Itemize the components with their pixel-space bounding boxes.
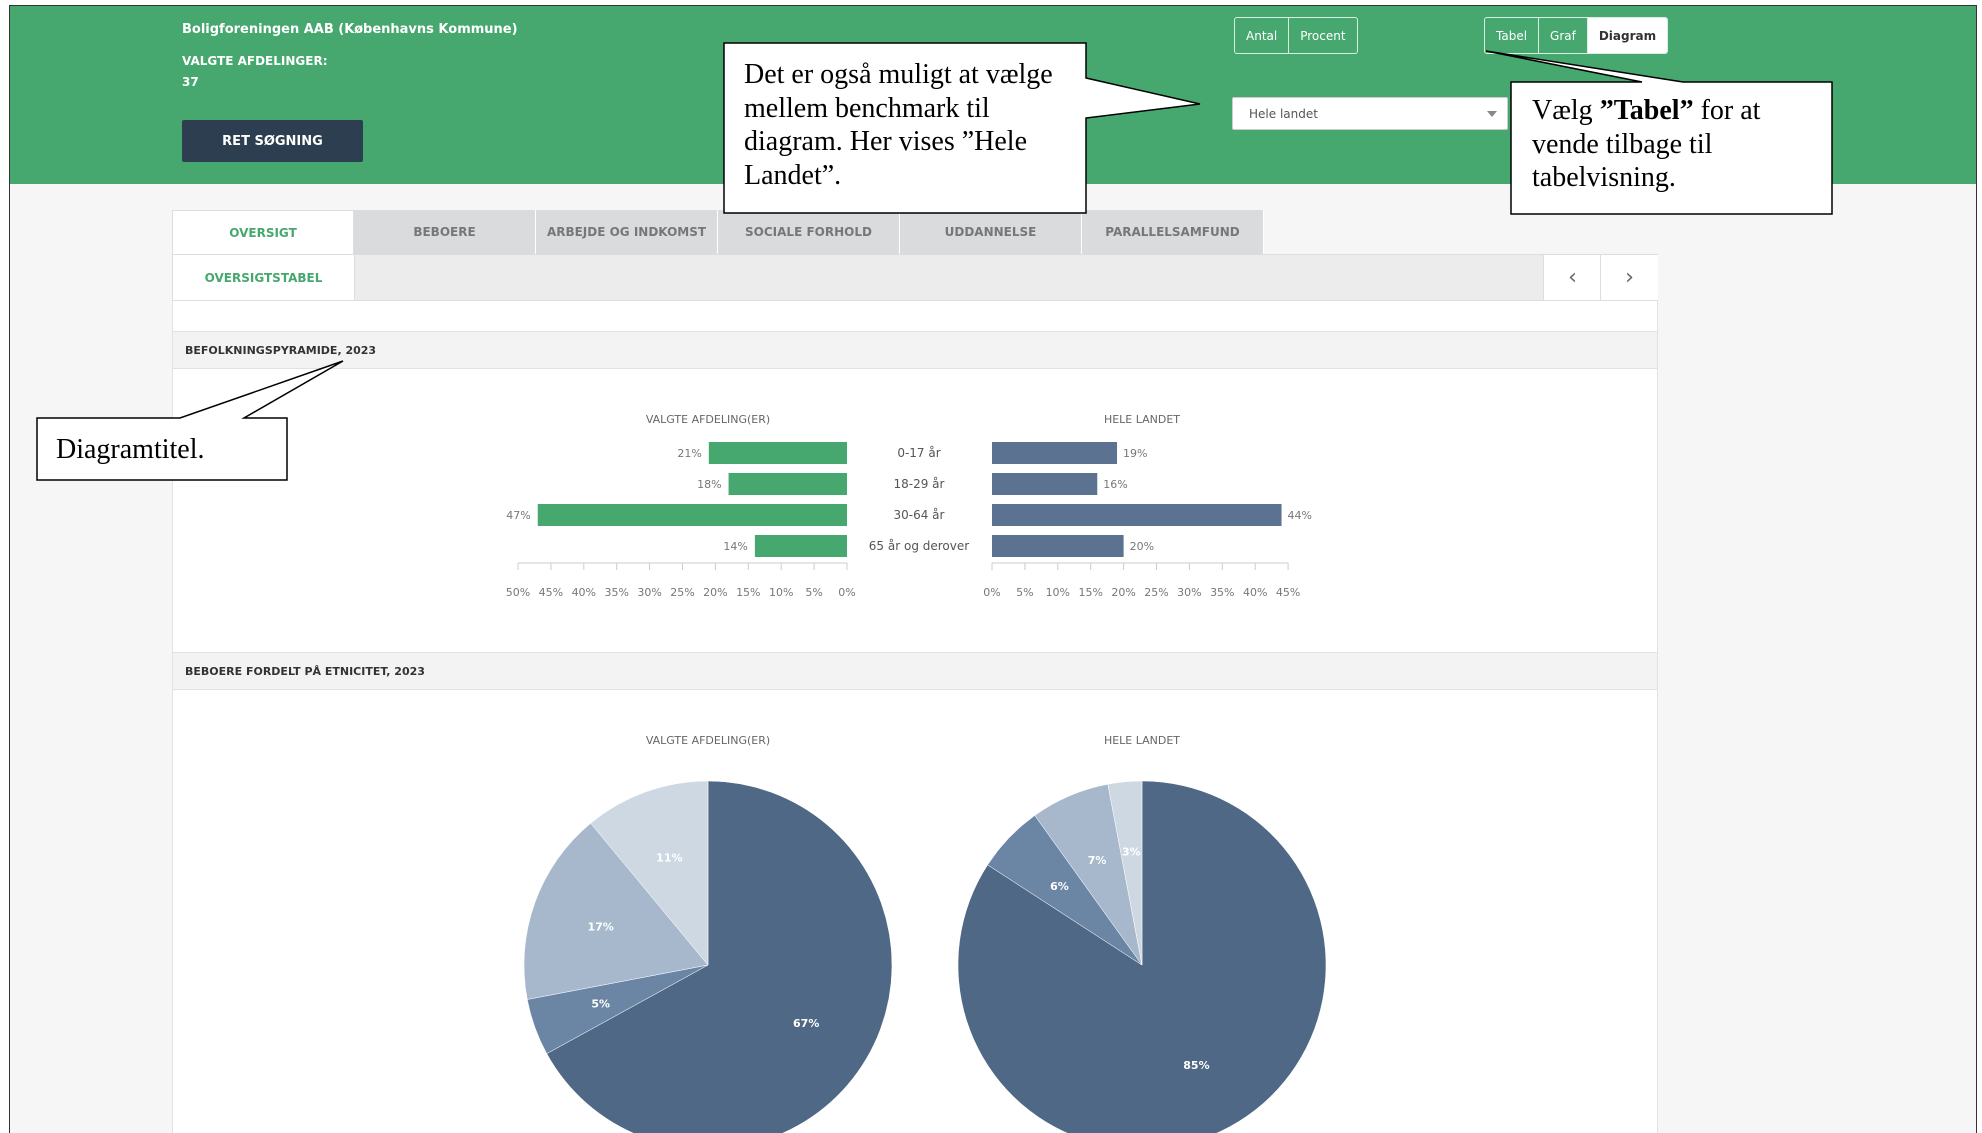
tabel-callout-bold: ”Tabel” (1599, 95, 1694, 126)
tabel-callout-prefix: Vælg (1532, 95, 1600, 126)
tabel-callout-text: Vælg ”Tabel” for at vende tilbage til ta… (1532, 94, 1822, 195)
benchmark-callout-text: Det er også muligt at vælge mellem bench… (744, 59, 1053, 191)
title-callout-text: Diagramtitel. (56, 434, 205, 465)
